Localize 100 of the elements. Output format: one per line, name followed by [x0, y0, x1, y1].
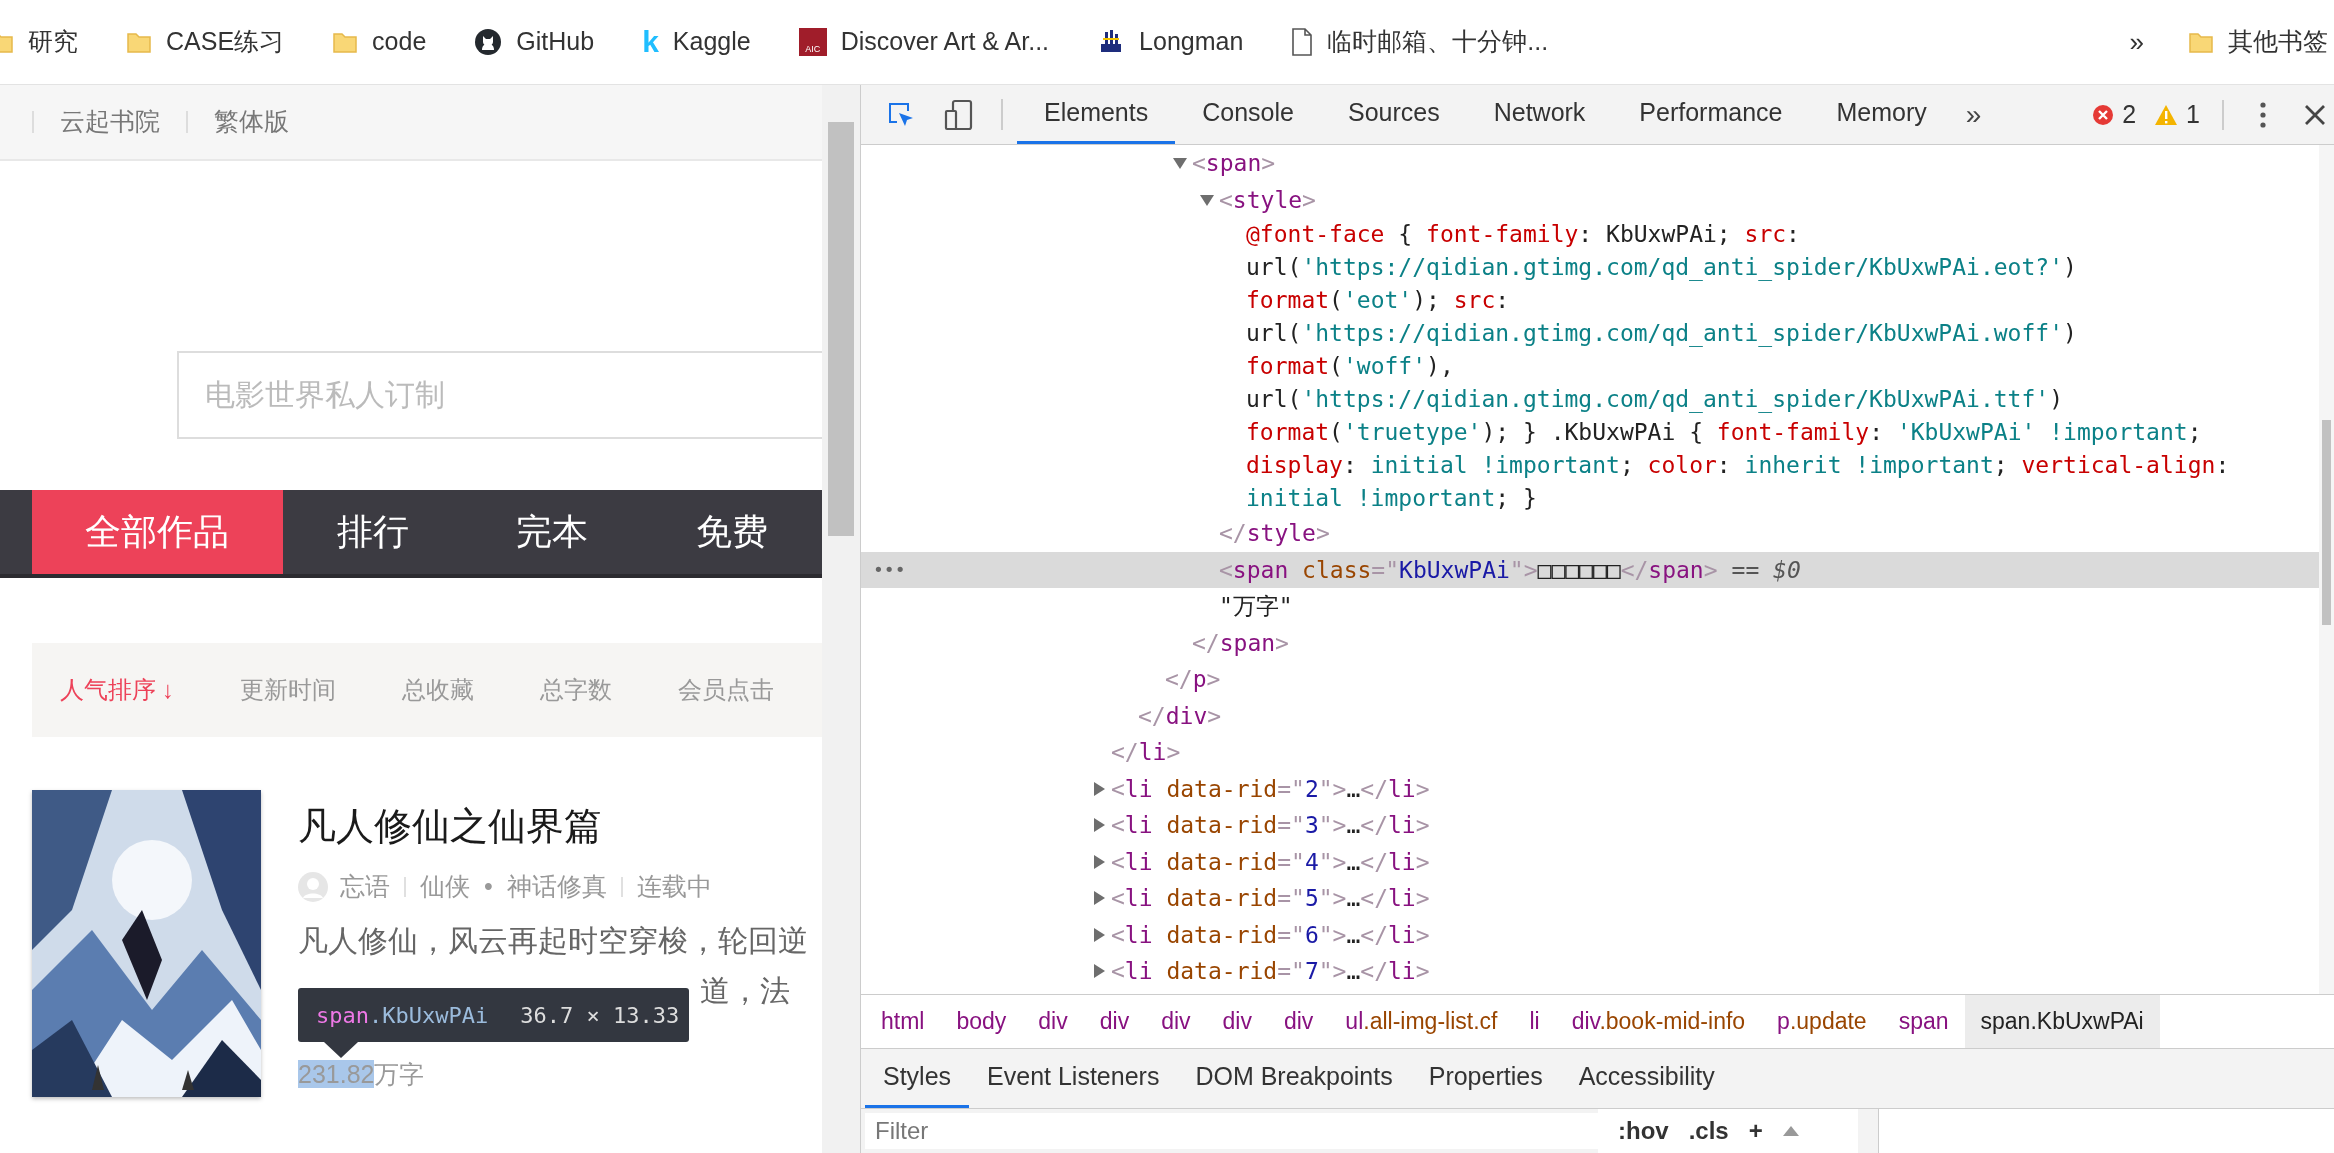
devtools-tab[interactable]: Network: [1466, 85, 1613, 144]
filter-toggle-button[interactable]: +: [1748, 1113, 1763, 1149]
page-scrollbar[interactable]: [822, 85, 860, 1153]
devtools-tab[interactable]: Performance: [1612, 85, 1810, 144]
disclosure-triangle-icon[interactable]: [1091, 818, 1107, 833]
panel-tab[interactable]: DOM Breakpoints: [1177, 1049, 1411, 1108]
nav-tab[interactable]: 完本: [462, 490, 643, 574]
code-text: initial !important; }: [1246, 484, 1537, 514]
code-text: @font-face { font-family: KbUxwPAi; src:: [1246, 220, 1800, 250]
bookmark-item[interactable]: AIC Discover Art & Ar...: [798, 23, 1050, 61]
scrollbar-thumb[interactable]: [2322, 420, 2331, 625]
breadcrumb-item[interactable]: div: [1083, 995, 1146, 1048]
disclosure-triangle-icon[interactable]: [1091, 964, 1107, 979]
panel-tab[interactable]: Event Listeners: [969, 1049, 1178, 1108]
filter-field[interactable]: Filter: [865, 1113, 1598, 1149]
bookmark-item[interactable]: code: [332, 23, 427, 61]
code-text: <li data-rid="7">…</li>: [1111, 957, 1430, 986]
document-icon: [1291, 28, 1314, 56]
round-logo-icon: [474, 28, 503, 56]
breadcrumb-item[interactable]: div: [1145, 995, 1207, 1048]
close-icon: [2304, 103, 2326, 126]
top-link[interactable]: 繁体版: [214, 103, 289, 141]
letter-logo-icon: k: [642, 27, 659, 57]
breadcrumb-item[interactable]: ul.all-img-list.cf: [1329, 995, 1514, 1048]
code-text: </div>: [1138, 701, 1222, 731]
disclosure-triangle-icon[interactable]: [1199, 192, 1215, 207]
code-text: format('truetype'); } .KbUxwPAi { font-family: 'KbUxwPAi' !important;: [1246, 418, 2202, 448]
disclosure-triangle-icon[interactable]: [1091, 927, 1107, 942]
selected-row[interactable]: ••• <span class="KbUxwPAi">□□□□□□</span> == $0: [861, 551, 2319, 588]
bookmark-item[interactable]: k Kaggle: [642, 23, 751, 61]
code-text: url('https://qidian.gtimg.com/qd_anti_spider/KbUxwPAi.eot?'): [1246, 253, 2077, 283]
meta-text: •: [484, 871, 493, 902]
tooltip-size: 36.7 × 13.33: [520, 1001, 680, 1030]
breadcrumb-item[interactable]: div: [1022, 995, 1084, 1048]
code-text: format('woff'),: [1246, 352, 1454, 382]
filter-toggle-button[interactable]: .cls: [1688, 1113, 1729, 1149]
devtools-tab[interactable]: Sources: [1320, 85, 1467, 144]
bookmark-item[interactable]: 研究: [0, 23, 78, 61]
book-intro: 道，法: [700, 972, 791, 1009]
devtools-tab[interactable]: Console: [1175, 85, 1321, 144]
nav-tab[interactable]: 排行: [282, 490, 463, 574]
disclosure-triangle-icon[interactable]: [1172, 156, 1188, 171]
code-text: <li data-rid="6">…</li>: [1111, 920, 1430, 950]
code-text: url('https://qidian.gtimg.com/qd_anti_spider/KbUxwPAi.ttf'): [1246, 385, 2063, 415]
breadcrumb-item[interactable]: body: [940, 995, 1023, 1048]
breadcrumb-item[interactable]: span: [1882, 995, 1965, 1048]
badge-logo-icon: AIC: [798, 28, 827, 56]
filter-toggle-button[interactable]: :hov: [1618, 1113, 1669, 1149]
code-text: display: initial !important; color: inherit !important; vertical-align:: [1246, 451, 2230, 481]
breadcrumb-item[interactable]: html: [865, 995, 941, 1048]
selected-marker: == $0: [1731, 555, 1801, 585]
warning-icon: [2154, 103, 2179, 126]
code-text: <span class="KbUxwPAi">□□□□□□</span>: [1219, 555, 1718, 585]
breadcrumb-item[interactable]: div: [1206, 995, 1268, 1048]
scroll-up-icon: [1782, 1126, 1799, 1136]
bookmark-item[interactable]: GitHub: [474, 23, 595, 61]
panel-tab[interactable]: Properties: [1410, 1049, 1561, 1108]
nav-tab[interactable]: 全部作品: [32, 490, 283, 574]
bookmark-item[interactable]: CASE练习: [126, 23, 285, 61]
devtools-tab[interactable]: Memory: [1809, 85, 1954, 144]
warnings-button[interactable]: 1: [2154, 95, 2200, 134]
code-text: </span>: [1192, 628, 1289, 658]
tooltip-selector: span.KbUxwPAi: [316, 1001, 489, 1030]
breadcrumb-item[interactable]: div: [1267, 995, 1330, 1048]
disclosure-triangle-icon[interactable]: [1091, 854, 1107, 869]
bookmark-item[interactable]: 临时邮箱、十分钟...: [1291, 23, 1549, 61]
search-field[interactable]: 电影世界私人订制: [177, 351, 822, 439]
device-icon: [944, 98, 974, 131]
code-text: <li data-rid="5">…</li>: [1111, 884, 1430, 913]
error-icon: [2092, 103, 2115, 126]
top-link[interactable]: 云起书院: [60, 103, 160, 141]
more-tabs-button[interactable]: »: [1953, 85, 1994, 144]
code-text: format('eot'); src:: [1246, 286, 1510, 316]
kebab-menu-icon: [2260, 101, 2266, 128]
errors-button[interactable]: 2: [2092, 95, 2137, 134]
code-text: <style>: [1219, 185, 1316, 215]
disclosure-triangle-icon[interactable]: [1091, 781, 1107, 796]
more-bookmarks-button[interactable]: »: [2125, 22, 2148, 62]
code-text: <li data-rid="4">…</li>: [1111, 847, 1430, 877]
code-text: <span>: [1192, 149, 1276, 178]
code-text: </style>: [1219, 519, 1330, 548]
code-text: url('https://qidian.gtimg.com/qd_anti_spider/KbUxwPAi.woff'): [1246, 319, 2077, 349]
book-title[interactable]: 凡人修仙之仙界篇: [298, 800, 822, 852]
bookmark-item[interactable]: 其他书签: [2188, 23, 2328, 61]
row-menu-icon[interactable]: •••: [873, 551, 906, 588]
bookmark-item[interactable]: Longman: [1097, 23, 1244, 61]
nav-tab[interactable]: 免费: [642, 490, 822, 574]
devtools-tab[interactable]: Elements: [1017, 85, 1176, 144]
avatar-icon: [298, 871, 328, 902]
breadcrumb-item[interactable]: div.book-mid-info: [1555, 995, 1762, 1048]
panel-tab[interactable]: Accessibility: [1560, 1049, 1733, 1108]
code-text: </li>: [1111, 738, 1181, 767]
disclosure-triangle-icon[interactable]: [1091, 891, 1107, 906]
breadcrumb-item[interactable]: li: [1513, 995, 1556, 1048]
tree-scrollbar[interactable]: [2319, 145, 2334, 994]
breadcrumb-item[interactable]: span.KbUxwPAi: [1964, 995, 2160, 1048]
scrollbar-thumb[interactable]: [828, 122, 854, 536]
code-text: <li data-rid="2">…</li>: [1111, 774, 1430, 804]
breadcrumb-item[interactable]: p.update: [1761, 995, 1883, 1048]
code-text: "万字": [1219, 592, 1293, 621]
